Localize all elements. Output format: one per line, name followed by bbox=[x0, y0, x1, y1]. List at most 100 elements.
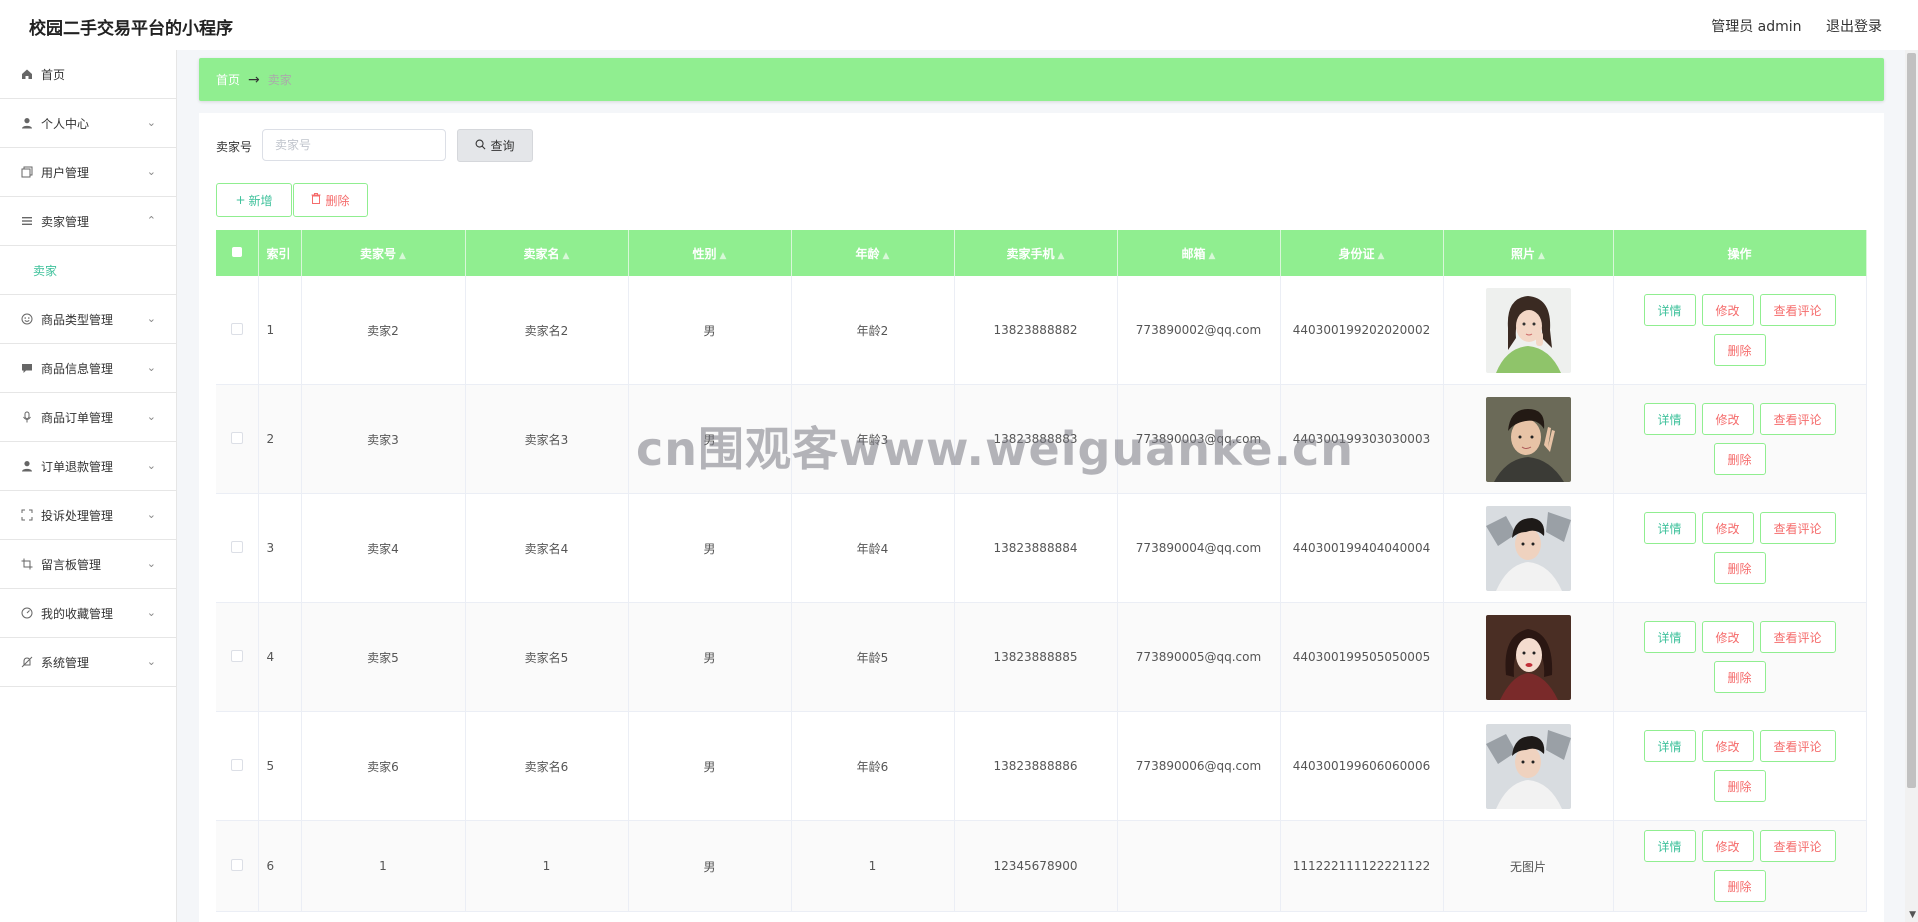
cell-gender: 男 bbox=[628, 820, 792, 912]
header-seller-name[interactable]: 卖家名 ▲ bbox=[465, 230, 629, 276]
sidebar-item-product-type[interactable]: 商品类型管理 ⌄ bbox=[0, 295, 176, 344]
sidebar-item-product-orders[interactable]: 商品订单管理 ⌄ bbox=[0, 393, 176, 442]
sidebar-item-home[interactable]: 首页 bbox=[0, 50, 176, 99]
detail-button[interactable]: 详情 bbox=[1643, 730, 1696, 762]
sort-icon[interactable]: ▲ bbox=[1378, 251, 1385, 261]
row-select-cell[interactable] bbox=[216, 602, 259, 712]
view-reviews-button[interactable]: 查看评论 bbox=[1759, 294, 1836, 326]
row-select-cell[interactable] bbox=[216, 820, 259, 912]
breadcrumb-home[interactable]: 首页 bbox=[216, 71, 240, 88]
sort-icon[interactable]: ▲ bbox=[720, 251, 727, 261]
sidebar-item-seller-management[interactable]: 卖家管理 ⌃ bbox=[0, 197, 176, 246]
seller-photo[interactable] bbox=[1485, 505, 1571, 591]
query-button[interactable]: 查询 bbox=[457, 129, 533, 162]
chevron-down-icon: ⌄ bbox=[146, 557, 156, 570]
view-reviews-button[interactable]: 查看评论 bbox=[1759, 512, 1836, 544]
delete-button[interactable]: 删除 bbox=[1713, 661, 1766, 693]
row-checkbox[interactable] bbox=[230, 431, 243, 444]
row-select-cell[interactable] bbox=[216, 276, 259, 385]
row-select-cell[interactable] bbox=[216, 493, 259, 603]
edit-button[interactable]: 修改 bbox=[1701, 294, 1754, 326]
batch-delete-button[interactable]: 删除 bbox=[293, 183, 368, 217]
sidebar-item-user-management[interactable]: 用户管理 ⌄ bbox=[0, 148, 176, 197]
sort-icon[interactable]: ▲ bbox=[883, 251, 890, 261]
edit-button[interactable]: 修改 bbox=[1701, 830, 1754, 862]
header-age[interactable]: 年龄 ▲ bbox=[791, 230, 955, 276]
detail-button[interactable]: 详情 bbox=[1643, 403, 1696, 435]
sidebar-item-refund[interactable]: 订单退款管理 ⌄ bbox=[0, 442, 176, 491]
sidebar-subitem-seller[interactable]: 卖家 bbox=[0, 246, 176, 295]
sidebar-item-complaints[interactable]: 投诉处理管理 ⌄ bbox=[0, 491, 176, 540]
scrollbar-thumb[interactable] bbox=[1907, 53, 1916, 788]
sort-icon[interactable]: ▲ bbox=[1209, 251, 1216, 261]
sidebar-item-favorites[interactable]: 我的收藏管理 ⌄ bbox=[0, 589, 176, 638]
delete-button[interactable]: 删除 bbox=[1713, 870, 1766, 902]
header-gender[interactable]: 性别 ▲ bbox=[628, 230, 792, 276]
delete-button[interactable]: 删除 bbox=[1713, 770, 1766, 802]
view-reviews-button[interactable]: 查看评论 bbox=[1759, 730, 1836, 762]
header-email[interactable]: 邮箱 ▲ bbox=[1117, 230, 1281, 276]
cell-seller-name: 卖家名2 bbox=[465, 276, 629, 385]
add-button[interactable]: + 新增 bbox=[216, 183, 292, 217]
search-icon bbox=[475, 139, 486, 153]
row-checkbox[interactable] bbox=[230, 540, 243, 553]
seller-no-search-input[interactable] bbox=[262, 129, 446, 161]
sort-icon[interactable]: ▲ bbox=[563, 251, 570, 261]
scroll-down-arrow-icon[interactable]: ▼ bbox=[1909, 910, 1916, 920]
edit-button[interactable]: 修改 bbox=[1701, 512, 1754, 544]
sort-icon[interactable]: ▲ bbox=[1058, 251, 1065, 261]
edit-button[interactable]: 修改 bbox=[1701, 621, 1754, 653]
sidebar-item-product-info[interactable]: 商品信息管理 ⌄ bbox=[0, 344, 176, 393]
cell-index: 6 bbox=[258, 820, 302, 912]
user-icon bbox=[20, 459, 34, 473]
view-reviews-button[interactable]: 查看评论 bbox=[1759, 403, 1836, 435]
cell-actions: 详情 修改 查看评论 删除 bbox=[1613, 384, 1867, 494]
cell-seller-name: 卖家名6 bbox=[465, 711, 629, 821]
header-id-card[interactable]: 身份证 ▲ bbox=[1280, 230, 1444, 276]
edit-button[interactable]: 修改 bbox=[1701, 730, 1754, 762]
row-select-cell[interactable] bbox=[216, 384, 259, 494]
sidebar-item-system[interactable]: 系统管理 ⌄ bbox=[0, 638, 176, 687]
detail-button[interactable]: 详情 bbox=[1643, 294, 1696, 326]
sidebar-item-message-board[interactable]: 留言板管理 ⌄ bbox=[0, 540, 176, 589]
seller-photo[interactable] bbox=[1485, 287, 1571, 373]
table-row: 6 1 1 男 1 12345678900 111222111122221122… bbox=[216, 820, 1867, 912]
row-checkbox[interactable] bbox=[230, 758, 243, 771]
sort-icon[interactable]: ▲ bbox=[399, 251, 406, 261]
header-phone[interactable]: 卖家手机 ▲ bbox=[954, 230, 1118, 276]
header-photo[interactable]: 照片 ▲ bbox=[1443, 230, 1614, 276]
view-reviews-button[interactable]: 查看评论 bbox=[1759, 621, 1836, 653]
seller-photo[interactable] bbox=[1485, 396, 1571, 482]
row-checkbox[interactable] bbox=[230, 858, 243, 871]
header-seller-no[interactable]: 卖家号 ▲ bbox=[301, 230, 466, 276]
seller-table: 索引 卖家号 ▲ 卖家名 ▲ 性别 ▲ 年龄 ▲ 卖家手机 ▲ 邮箱 ▲ 身份证 ▲ 照片 ▲ … bbox=[216, 230, 1867, 912]
sidebar-item-label: 系统管理 bbox=[41, 655, 90, 670]
page-scrollbar[interactable]: ▼ bbox=[1905, 50, 1918, 922]
cell-age: 年龄5 bbox=[791, 602, 955, 712]
view-reviews-button[interactable]: 查看评论 bbox=[1759, 830, 1836, 862]
detail-button[interactable]: 详情 bbox=[1643, 512, 1696, 544]
edit-button[interactable]: 修改 bbox=[1701, 403, 1754, 435]
table-row: 5 卖家6 卖家名6 男 年龄6 13823888886 773890006@q… bbox=[216, 711, 1867, 821]
row-select-cell[interactable] bbox=[216, 711, 259, 821]
cell-gender: 男 bbox=[628, 384, 792, 494]
row-checkbox[interactable] bbox=[230, 649, 243, 662]
select-all-cell[interactable] bbox=[216, 230, 259, 276]
seller-photo[interactable] bbox=[1485, 723, 1571, 809]
detail-button[interactable]: 详情 bbox=[1643, 621, 1696, 653]
detail-button[interactable]: 详情 bbox=[1643, 830, 1696, 862]
delete-button[interactable]: 删除 bbox=[1713, 552, 1766, 584]
cell-actions: 详情 修改 查看评论 删除 bbox=[1613, 493, 1867, 603]
cell-age: 年龄6 bbox=[791, 711, 955, 821]
delete-button[interactable]: 删除 bbox=[1713, 334, 1766, 366]
sort-icon[interactable]: ▲ bbox=[1538, 251, 1545, 261]
sidebar-item-label: 卖家管理 bbox=[41, 214, 90, 229]
cell-photo bbox=[1443, 384, 1614, 494]
delete-button[interactable]: 删除 bbox=[1713, 443, 1766, 475]
seller-photo[interactable] bbox=[1485, 614, 1571, 700]
select-all-checkbox[interactable] bbox=[231, 247, 242, 257]
logout-link[interactable]: 退出登录 bbox=[1826, 19, 1882, 35]
sidebar-item-personal-center[interactable]: 个人中心 ⌄ bbox=[0, 99, 176, 148]
row-checkbox[interactable] bbox=[230, 322, 243, 335]
odometer-icon bbox=[20, 606, 34, 620]
